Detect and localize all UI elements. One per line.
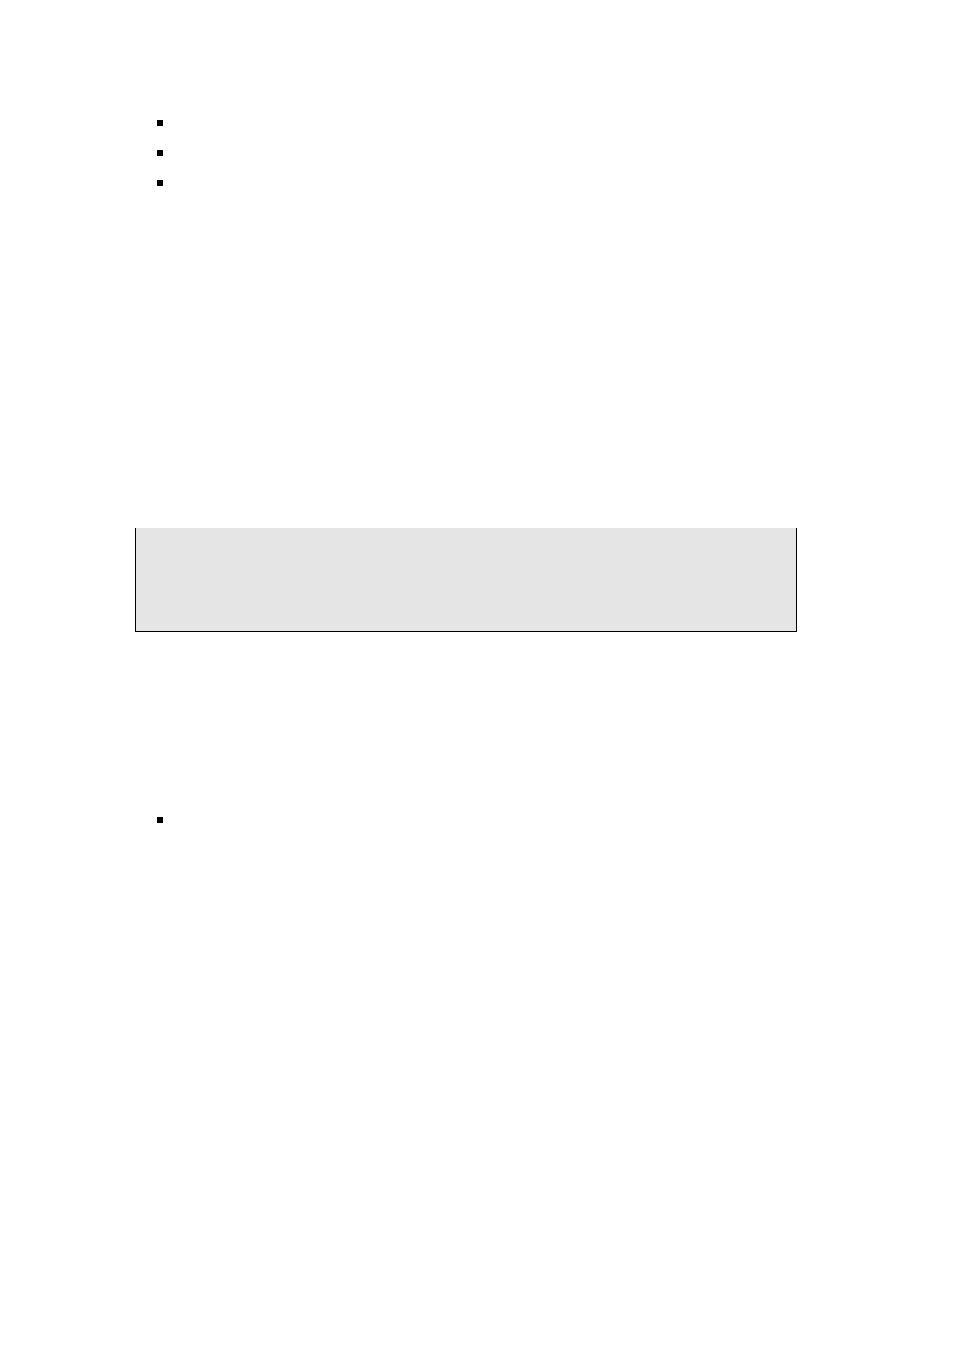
bullet-list-top <box>157 120 163 210</box>
bullet-icon <box>157 150 163 156</box>
highlighted-block <box>135 528 797 632</box>
bullet-icon <box>157 817 163 823</box>
bullet-icon <box>157 180 163 186</box>
bullet-icon <box>157 120 163 126</box>
